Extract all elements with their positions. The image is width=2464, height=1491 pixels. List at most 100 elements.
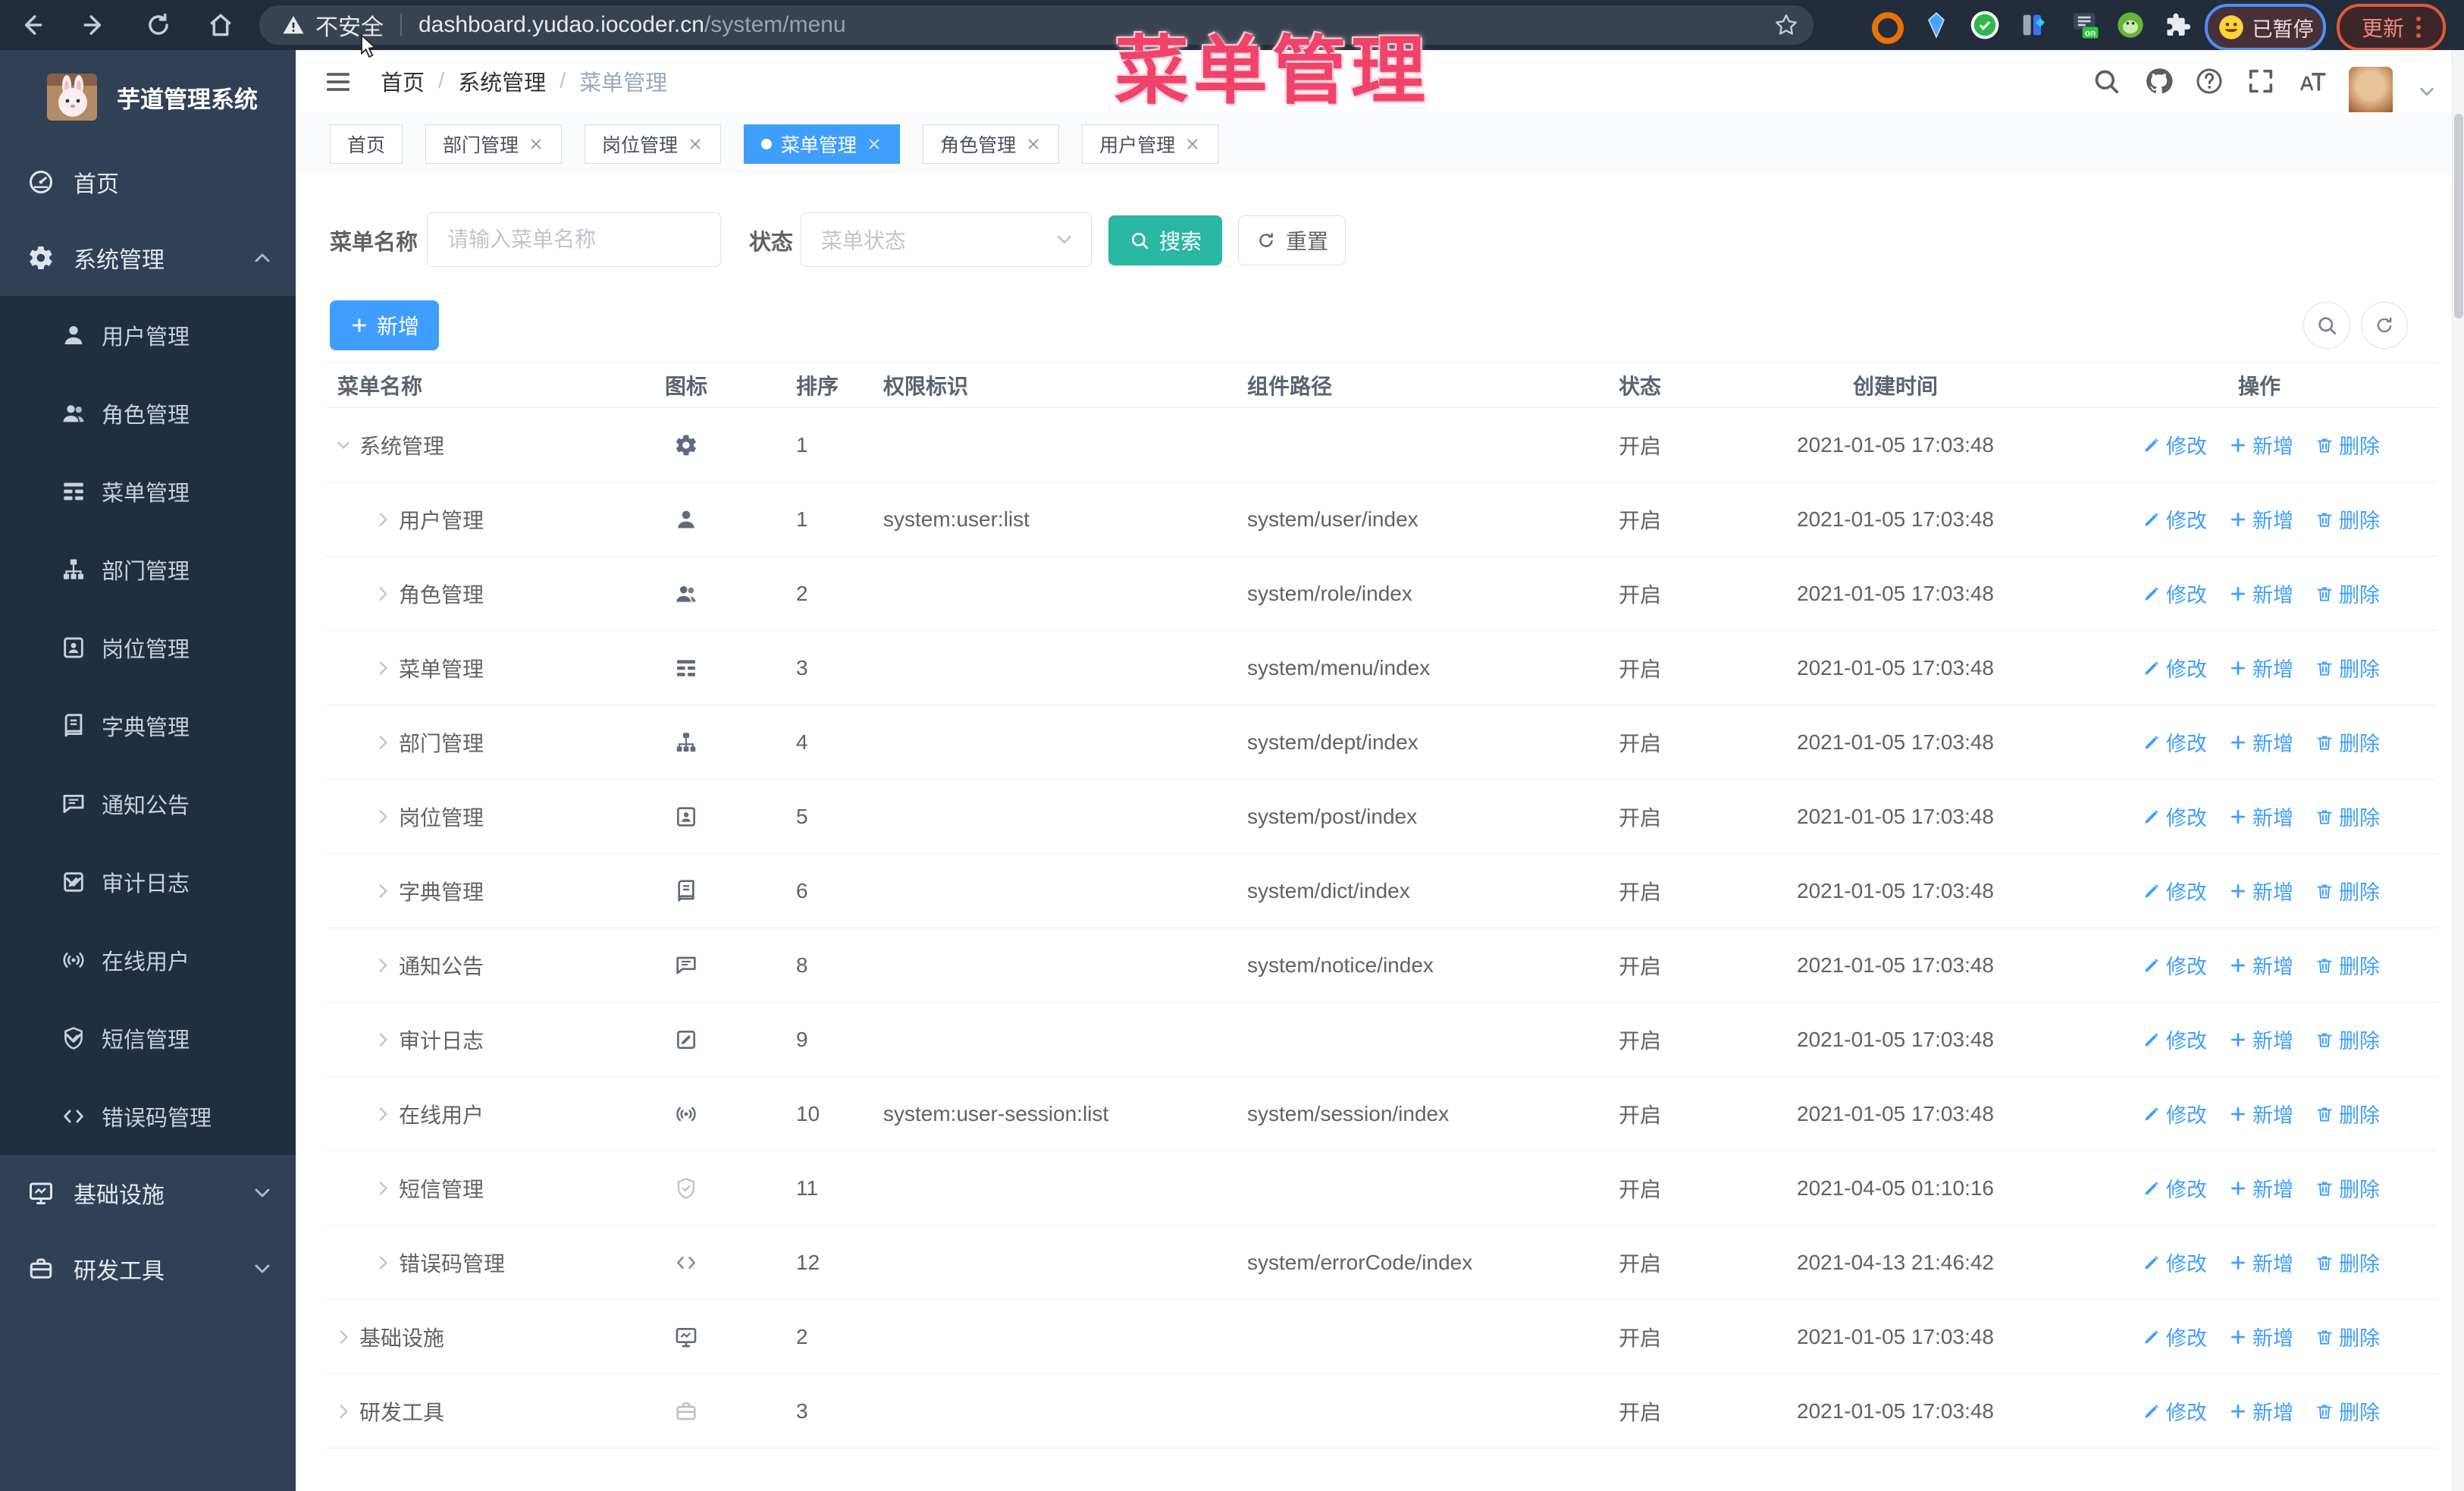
extension-monkey-icon[interactable] (2115, 10, 2146, 40)
breadcrumb-system[interactable]: 系统管理 (458, 65, 546, 97)
home-icon[interactable] (206, 11, 235, 39)
close-tab-icon[interactable] (687, 136, 704, 152)
sidebar-item-首页[interactable]: 首页 (0, 144, 296, 220)
sidebar-subitem-岗位管理[interactable]: 岗位管理 (0, 608, 296, 686)
close-tab-icon[interactable] (866, 136, 882, 152)
edit-link[interactable]: 修改 (2142, 876, 2207, 906)
delete-link[interactable]: 删除 (2315, 579, 2380, 608)
sidebar-subitem-字典管理[interactable]: 字典管理 (0, 686, 296, 764)
delete-link[interactable]: 删除 (2315, 1248, 2380, 1277)
fullscreen-icon[interactable] (2246, 66, 2276, 96)
expand-row-icon[interactable] (373, 807, 393, 827)
add-link[interactable]: 新增 (2228, 727, 2293, 757)
tab-角色管理[interactable]: 角色管理 (923, 124, 1060, 164)
add-link[interactable]: 新增 (2228, 1322, 2293, 1351)
expand-row-icon[interactable] (373, 1030, 393, 1050)
close-tab-icon[interactable] (528, 136, 544, 152)
edit-link[interactable]: 修改 (2142, 430, 2207, 460)
expand-row-icon[interactable] (373, 584, 393, 604)
sidebar-subitem-错误码管理[interactable]: 错误码管理 (0, 1077, 296, 1155)
delete-link[interactable]: 删除 (2315, 653, 2380, 683)
edit-link[interactable]: 修改 (2142, 1248, 2207, 1277)
header-search-icon[interactable] (2091, 66, 2121, 96)
browser-menu-icon[interactable] (2416, 17, 2421, 38)
delete-link[interactable]: 删除 (2315, 802, 2380, 831)
edit-link[interactable]: 修改 (2142, 1099, 2207, 1128)
user-avatar[interactable] (2349, 67, 2393, 117)
sidebar-subitem-菜单管理[interactable]: 菜单管理 (0, 452, 296, 530)
status-select[interactable]: 菜单状态 (801, 212, 1092, 267)
extension-toggles-icon[interactable] (2018, 10, 2049, 40)
delete-link[interactable]: 删除 (2315, 727, 2380, 757)
edit-link[interactable]: 修改 (2142, 653, 2207, 683)
breadcrumb-home[interactable]: 首页 (381, 65, 425, 97)
paused-extension-badge[interactable]: 已暂停 (2205, 4, 2326, 51)
tab-首页[interactable]: 首页 (330, 124, 403, 164)
edit-link[interactable]: 修改 (2142, 950, 2207, 980)
expand-row-icon[interactable] (373, 510, 393, 529)
delete-link[interactable]: 删除 (2315, 1396, 2380, 1426)
edit-link[interactable]: 修改 (2142, 802, 2207, 831)
delete-link[interactable]: 删除 (2315, 504, 2380, 534)
tab-菜单管理[interactable]: 菜单管理 (744, 124, 901, 164)
delete-link[interactable]: 删除 (2315, 1322, 2380, 1351)
delete-link[interactable]: 删除 (2315, 430, 2380, 460)
add-link[interactable]: 新增 (2228, 504, 2293, 534)
delete-link[interactable]: 删除 (2315, 950, 2380, 980)
refresh-button[interactable] (2361, 302, 2408, 349)
add-link[interactable]: 新增 (2228, 802, 2293, 831)
edit-link[interactable]: 修改 (2142, 1322, 2207, 1351)
browser-update-button[interactable]: 更新 (2337, 4, 2446, 51)
sidebar-subitem-角色管理[interactable]: 角色管理 (0, 374, 296, 452)
avatar-caret-down-icon[interactable] (2415, 80, 2438, 103)
tab-岗位管理[interactable]: 岗位管理 (585, 124, 722, 164)
delete-link[interactable]: 删除 (2315, 1173, 2380, 1203)
sidebar-subitem-用户管理[interactable]: 用户管理 (0, 296, 296, 374)
add-link[interactable]: 新增 (2228, 579, 2293, 608)
expand-row-icon[interactable] (373, 1253, 393, 1273)
add-link[interactable]: 新增 (2228, 430, 2293, 460)
github-icon[interactable] (2144, 66, 2174, 96)
tab-部门管理[interactable]: 部门管理 (425, 124, 563, 164)
extensions-puzzle-icon[interactable] (2162, 10, 2193, 40)
sidebar-item-系统管理[interactable]: 系统管理 (0, 220, 296, 296)
edit-link[interactable]: 修改 (2142, 579, 2207, 608)
hamburger-icon[interactable] (323, 67, 353, 97)
close-tab-icon[interactable] (1184, 136, 1201, 152)
add-link[interactable]: 新增 (2228, 1173, 2293, 1203)
edit-link[interactable]: 修改 (2142, 504, 2207, 534)
expand-row-icon[interactable] (373, 733, 393, 752)
help-icon[interactable] (2194, 66, 2224, 96)
back-icon[interactable] (17, 11, 45, 39)
scrollbar-thumb[interactable] (2454, 114, 2463, 319)
forward-icon[interactable] (80, 11, 109, 39)
scrollbar[interactable] (2452, 50, 2464, 1491)
extension-check-icon[interactable] (1970, 10, 2000, 40)
edit-link[interactable]: 修改 (2142, 727, 2207, 757)
sidebar-subitem-部门管理[interactable]: 部门管理 (0, 530, 296, 608)
expand-row-icon[interactable] (334, 1402, 353, 1421)
edit-link[interactable]: 修改 (2142, 1173, 2207, 1203)
extension-gem-icon[interactable] (1921, 10, 1951, 40)
sidebar-subitem-在线用户[interactable]: 在线用户 (0, 921, 296, 999)
sidebar-item-基础设施[interactable]: 基础设施 (0, 1155, 296, 1231)
expand-row-icon[interactable] (373, 956, 393, 975)
sidebar-subitem-通知公告[interactable]: 通知公告 (0, 764, 296, 843)
edit-link[interactable]: 修改 (2142, 1025, 2207, 1054)
font-size-icon[interactable] (2297, 66, 2328, 96)
reset-button[interactable]: 重置 (1238, 215, 1346, 265)
toggle-search-button[interactable] (2303, 302, 2350, 349)
sidebar-subitem-短信管理[interactable]: 短信管理 (0, 999, 296, 1077)
add-link[interactable]: 新增 (2228, 950, 2293, 980)
delete-link[interactable]: 删除 (2315, 1025, 2380, 1054)
reload-icon[interactable] (144, 11, 173, 39)
expand-row-icon[interactable] (373, 1179, 393, 1198)
sidebar-item-研发工具[interactable]: 研发工具 (0, 1231, 296, 1307)
search-button[interactable]: 搜索 (1108, 215, 1222, 265)
add-link[interactable]: 新增 (2228, 1099, 2293, 1128)
expand-row-icon[interactable] (334, 1327, 353, 1347)
expand-row-icon[interactable] (373, 881, 393, 901)
add-button[interactable]: 新增 (330, 300, 439, 350)
close-tab-icon[interactable] (1025, 136, 1042, 152)
bookmark-star-icon[interactable] (1773, 11, 1800, 39)
